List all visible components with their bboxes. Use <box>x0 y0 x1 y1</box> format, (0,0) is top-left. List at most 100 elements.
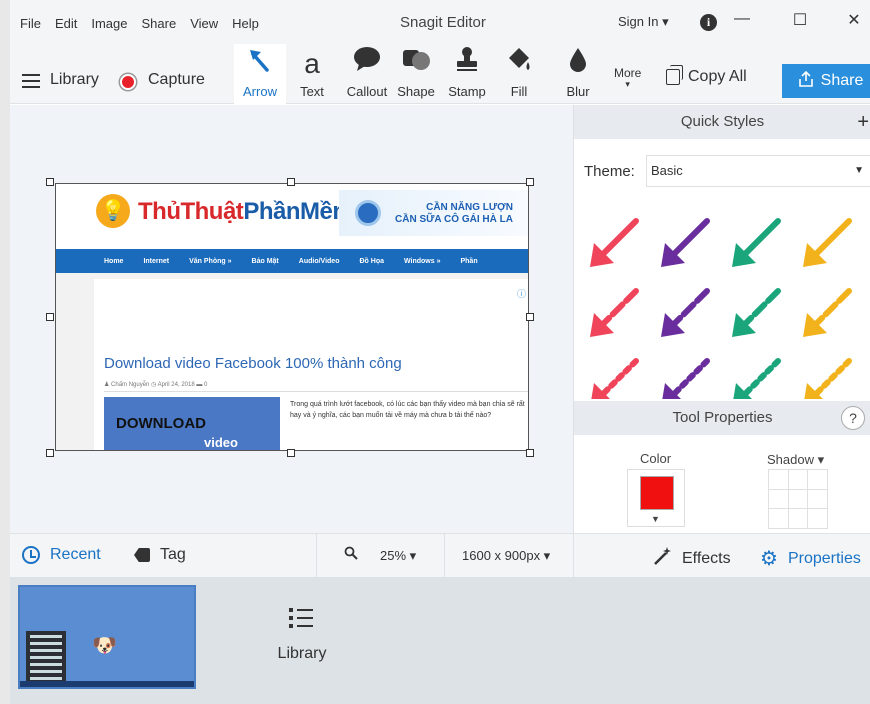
add-style-icon[interactable]: + <box>857 105 869 139</box>
gear-icon: ⚙ <box>760 548 778 570</box>
theme-select[interactable]: Basic ▼ <box>646 155 870 187</box>
hamburger-icon[interactable] <box>22 74 40 88</box>
clock-icon <box>22 546 40 564</box>
ad-banner: CẦN NĂNG LƯỢN CẦN SỮA CÔ GÁI HÀ LA <box>339 190 528 236</box>
tool-label: Text <box>300 84 324 99</box>
quick-style-arrow[interactable] <box>797 213 867 283</box>
brand-logo-icon <box>355 200 381 226</box>
effects-button[interactable]: Effects <box>652 546 731 571</box>
chevron-down-icon: ▾ <box>625 79 630 89</box>
resize-handle[interactable] <box>46 178 54 186</box>
tool-text[interactable]: a Text <box>293 44 331 104</box>
resize-handle[interactable] <box>526 178 534 186</box>
menu-view[interactable]: View <box>190 16 218 31</box>
image-tray: 🐶 Library <box>10 577 870 704</box>
share-icon <box>798 70 813 92</box>
shape-icon <box>396 46 436 82</box>
color-label: Color <box>640 451 672 466</box>
menu-share[interactable]: Share <box>142 16 177 31</box>
shadow-dropdown[interactable]: Shadow ▾ <box>767 452 824 468</box>
tool-stamp[interactable]: Stamp <box>444 44 490 104</box>
menu-edit[interactable]: Edit <box>55 16 77 31</box>
text-icon: a <box>304 48 320 79</box>
quick-style-arrow[interactable] <box>655 213 725 283</box>
maximize-button[interactable]: ☐ <box>790 10 810 30</box>
tool-properties-title: Tool Properties <box>672 409 773 426</box>
sign-in-button[interactable]: Sign In ▾ <box>618 14 669 30</box>
close-button[interactable]: ✕ <box>844 10 864 30</box>
shadow-picker[interactable] <box>768 469 828 529</box>
tray-library-label: Library <box>277 645 327 662</box>
tool-label: Callout <box>346 84 388 99</box>
captured-image[interactable]: 💡 ThủThuậtPhầnMềm CẦN NĂNG LƯỢN CẦN SỮA … <box>55 183 529 451</box>
capture-button[interactable]: Capture <box>148 71 205 89</box>
nav-item: Bảo Mật <box>251 257 279 265</box>
tool-arrow[interactable]: Arrow <box>234 44 286 104</box>
copy-all-button[interactable]: Copy All <box>666 65 747 86</box>
fill-icon <box>500 46 538 82</box>
tool-label: Shape <box>397 84 435 99</box>
quick-style-arrow[interactable] <box>726 283 796 353</box>
effects-label: Effects <box>682 549 731 567</box>
zoom-select[interactable]: 25% ▾ <box>380 548 416 564</box>
recent-button[interactable]: Recent <box>22 546 101 564</box>
tag-button[interactable]: Tag <box>134 546 186 564</box>
site-nav: Home Internet Văn Phòng » Bảo Mật Audio/… <box>56 249 528 273</box>
size-select[interactable]: 1600 x 900px ▾ <box>462 548 550 564</box>
list-icon <box>289 607 315 631</box>
quick-style-arrow[interactable] <box>726 213 796 283</box>
magic-wand-icon <box>652 546 672 571</box>
minimize-button[interactable]: — <box>732 10 752 28</box>
canvas-area[interactable]: 💡 ThủThuậtPhầnMềm CẦN NĂNG LƯỢN CẦN SỮA … <box>10 105 573 533</box>
tool-shape[interactable]: Shape <box>396 44 436 104</box>
tray-thumbnail[interactable]: 🐶 <box>18 585 196 689</box>
quick-style-arrow[interactable] <box>584 283 654 353</box>
stamp-icon <box>444 46 490 82</box>
quick-style-arrow[interactable] <box>655 283 725 353</box>
copy-icon <box>666 65 683 85</box>
tool-properties-header: Tool Properties ? <box>574 401 870 435</box>
quick-style-arrow[interactable] <box>584 213 654 283</box>
properties-label: Properties <box>787 549 861 567</box>
resize-handle[interactable] <box>526 449 534 457</box>
thumb-title: DOWNLOAD <box>116 415 206 432</box>
dog-icon: 🐶 <box>92 635 117 657</box>
menu-image[interactable]: Image <box>91 16 127 31</box>
more-button[interactable]: More ▾ <box>614 66 641 89</box>
quick-styles-header: Quick Styles + <box>574 105 870 139</box>
menu-file[interactable]: File <box>20 16 41 31</box>
quick-style-arrow[interactable] <box>726 353 796 399</box>
color-picker[interactable]: ▼ <box>627 469 685 527</box>
info-icon[interactable]: i <box>700 14 717 31</box>
share-button[interactable]: Share <box>782 64 870 98</box>
quick-style-arrow[interactable] <box>797 283 867 353</box>
tool-blur[interactable]: Blur <box>560 44 596 104</box>
quick-style-arrow[interactable] <box>655 353 725 399</box>
quick-style-arrow[interactable] <box>584 353 654 399</box>
nav-item: Home <box>104 257 124 265</box>
copy-all-label: Copy All <box>688 68 747 85</box>
nav-item: Internet <box>143 257 170 265</box>
title-bar: File Edit Image Share View Help Snagit E… <box>10 0 870 44</box>
quick-style-arrow[interactable] <box>797 353 867 399</box>
tool-callout[interactable]: Callout <box>340 44 394 104</box>
site-header: 💡 ThủThuậtPhầnMềm CẦN NĂNG LƯỢN CẦN SỮA … <box>56 184 528 242</box>
tray-library-button[interactable]: Library <box>272 607 332 663</box>
resize-handle[interactable] <box>46 313 54 321</box>
resize-handle[interactable] <box>46 449 54 457</box>
resize-handle[interactable] <box>287 178 295 186</box>
properties-button[interactable]: ⚙ Properties <box>760 546 861 571</box>
tag-icon <box>134 548 150 562</box>
zoom-icon[interactable] <box>344 546 358 560</box>
library-button[interactable]: Library <box>50 71 99 89</box>
menu-help[interactable]: Help <box>232 16 259 31</box>
chevron-down-icon: ▼ <box>651 514 660 524</box>
nav-item: Audio/Video <box>298 257 340 265</box>
menu-bar: File Edit Image Share View Help <box>20 16 259 31</box>
tool-fill[interactable]: Fill <box>500 44 538 104</box>
color-swatch <box>640 476 674 510</box>
resize-handle[interactable] <box>287 449 295 457</box>
record-icon[interactable] <box>120 74 136 90</box>
resize-handle[interactable] <box>526 313 534 321</box>
help-icon[interactable]: ? <box>841 406 865 430</box>
